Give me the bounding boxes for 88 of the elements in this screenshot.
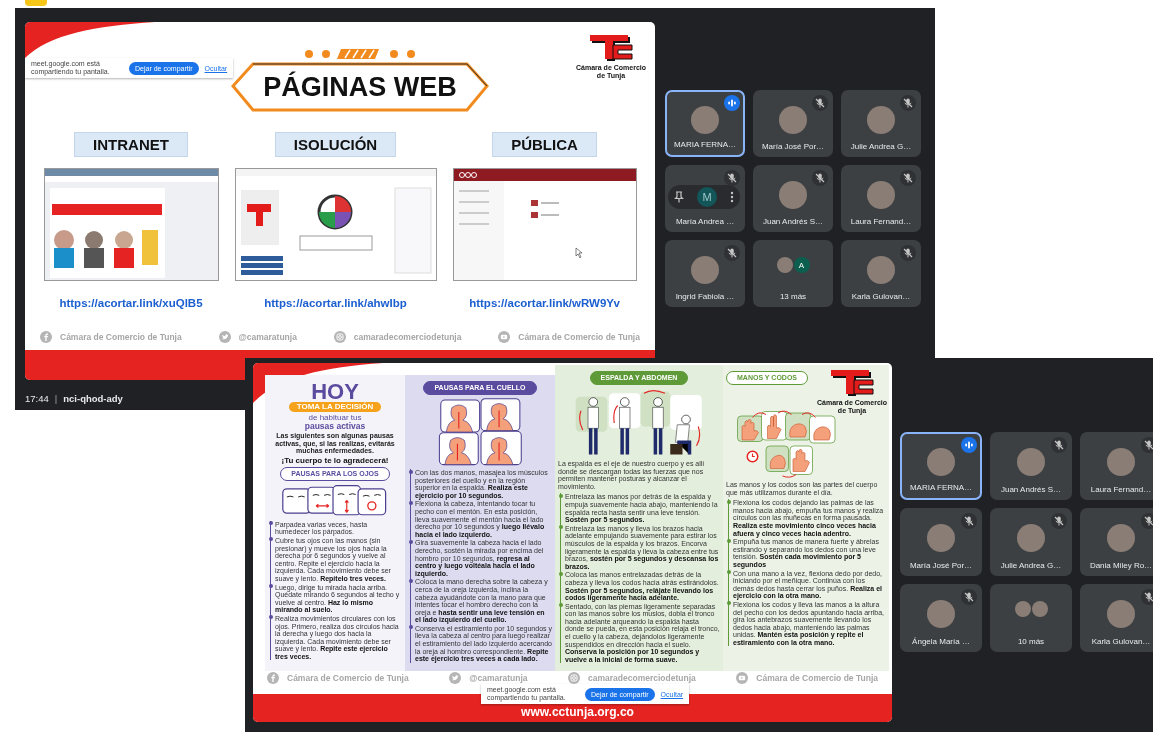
participant-tile[interactable]: Laura Fernand… (1080, 432, 1153, 500)
participant-name: María José Por… (761, 142, 825, 152)
avatar-photo (1107, 448, 1135, 476)
participant-name: María José Por… (909, 561, 973, 571)
bird-icon (218, 331, 231, 343)
participant-tile[interactable]: Karla Gulovan… (841, 240, 921, 307)
subtitle: de habituar tus (308, 413, 362, 422)
avatar-photo (1107, 600, 1135, 628)
social-handle: camaradecomerciodetunja (588, 673, 696, 683)
participant-tile[interactable]: María José Por… (753, 90, 833, 157)
play-button-icon (736, 672, 749, 684)
avatar-photo (867, 256, 895, 284)
avatar-photo (776, 257, 793, 273)
participant-name: Julie Andrea G… (850, 142, 912, 152)
avatar-photo (927, 448, 955, 476)
avatar-photo (691, 256, 719, 284)
social-handle: @camaratunja (469, 673, 528, 683)
avatar-photo (1017, 524, 1045, 552)
site-label: INTRANET (74, 132, 188, 157)
participant-name: Julie Andrea G… (1000, 561, 1062, 571)
avatar-photo (779, 181, 807, 209)
meeting-code: nci-qhod-ady (63, 393, 123, 404)
play-button-icon (498, 331, 511, 343)
meeting-time: 17:44 (25, 393, 49, 404)
social-handle: camaradecomerciodetunja (353, 332, 462, 342)
participant-name: Laura Fernand… (850, 217, 912, 227)
participant-tile[interactable]: Julie Andrea G… (990, 508, 1072, 576)
participant-name: Karla Gulovan… (851, 292, 911, 302)
participant-name: MARIA FERNA… (909, 483, 973, 493)
participant-name: Ángela María … (912, 637, 970, 647)
avatar-photo (1107, 524, 1135, 552)
decision-banner: TOMA LA DECISIÓN (288, 402, 382, 412)
avatar-photo (867, 181, 895, 209)
site-label: ISOLUCIÓN (274, 132, 397, 157)
headline: HOY (311, 381, 359, 402)
participant-tile[interactable]: María José Por… (900, 508, 982, 576)
participant-tile[interactable]: Julie Andrea G… (841, 90, 921, 157)
participant-name: Karla Gulovan… (1091, 637, 1151, 647)
social-handle: @camaratunja (238, 332, 297, 342)
avatar-photo (779, 106, 807, 134)
avatar-photo (927, 600, 955, 628)
participant-tile[interactable]: Dania Miley Ro… (1080, 508, 1153, 576)
participant-name: Juan Andrés S… (1000, 485, 1061, 495)
participant-tile[interactable]: Ángela María … (900, 584, 982, 652)
avatar-photo (867, 106, 895, 134)
bird-icon (449, 672, 462, 684)
participant-tile[interactable]: MARIA FERNA… (665, 90, 745, 157)
separator: | (54, 393, 58, 404)
participant-name: María Andrea … (675, 217, 735, 227)
avatar-photo (1017, 448, 1045, 476)
site-label: PÚBLICA (492, 132, 597, 157)
participant-tile[interactable]: A 13 más (753, 240, 833, 307)
avatar-photo (1014, 601, 1031, 617)
camera-icon (333, 331, 346, 343)
participant-tile[interactable]: Karla Gulovan… (1080, 584, 1153, 652)
avatar-initial: A (793, 257, 810, 273)
participant-tile[interactable]: Ingrid Fabiola … (665, 240, 745, 307)
social-handle: Cámara de Comercio de Tunja (518, 332, 640, 342)
link[interactable]: https://acortar.link/ahwIbp (264, 297, 407, 309)
participant-tile[interactable]: Juan Andrés S… (990, 432, 1072, 500)
participant-name: Ingrid Fabiola … (675, 292, 735, 302)
indicator-chip (25, 0, 47, 6)
avatar-photo (1031, 601, 1048, 617)
more-participants-label: 10 más (1017, 637, 1045, 647)
avatar-photo (691, 106, 719, 134)
link[interactable]: https://acortar.link/xuQlB5 (59, 297, 203, 309)
avatar-initial: M (697, 187, 717, 207)
participant-tile[interactable]: 10 más (990, 584, 1072, 652)
participant-name: MARIA FERNA… (673, 140, 737, 150)
circle-f-icon (40, 331, 52, 343)
subtitle: pausas activas (304, 422, 366, 431)
slogan: ¡Tu cuerpo te lo agradecerá! (281, 455, 389, 465)
website-address: www.cctunja.org.co (520, 705, 634, 719)
pin-icon (674, 191, 685, 203)
participant-name: Juan Andrés S… (762, 217, 823, 227)
avatar-photo (927, 524, 955, 552)
participant-name: Laura Fernand… (1090, 485, 1152, 495)
participant-name: Dania Miley Ro… (1089, 561, 1153, 571)
social-handle: Cámara de Comercio de Tunja (756, 673, 878, 683)
social-handle: Cámara de Comercio de Tunja (287, 673, 409, 683)
participant-tile[interactable]: Laura Fernand… (841, 165, 921, 232)
social-handle: Cámara de Comercio de Tunja (60, 332, 182, 342)
more-options-icon (729, 191, 734, 203)
more-participants-label: 13 más (779, 292, 807, 302)
participant-tile[interactable]: MARIA FERNA… (900, 432, 982, 500)
link[interactable]: https://acortar.link/wRW9Yv (469, 297, 620, 309)
participant-tile[interactable]: M María Andrea … (665, 165, 745, 232)
participant-tile[interactable]: Juan Andrés S… (753, 165, 833, 232)
